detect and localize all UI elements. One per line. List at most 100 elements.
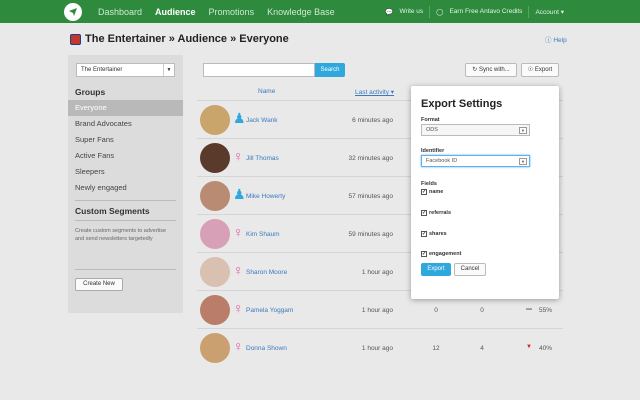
search-input[interactable]: [203, 63, 315, 77]
group-active-fans[interactable]: Active Fans: [68, 148, 183, 164]
logo-icon[interactable]: [64, 2, 82, 21]
person-name-link[interactable]: Donna Shown: [246, 345, 287, 352]
checkbox-checked-icon[interactable]: ✓: [421, 210, 427, 216]
person-name-link[interactable]: Jill Thomas: [246, 155, 279, 162]
trend-flat-icon: ▬: [526, 306, 532, 312]
metric-value: 0: [434, 307, 438, 314]
checkbox-checked-icon[interactable]: ✓: [421, 251, 427, 257]
export-icon: ☉: [527, 67, 534, 73]
nav-audience[interactable]: Audience: [155, 7, 196, 17]
last-activity: 1 hour ago: [361, 345, 393, 352]
custom-segments-heading: Custom Segments: [75, 206, 150, 216]
fields-label: Fields: [421, 181, 437, 187]
export-button[interactable]: ☉ Export: [521, 63, 559, 77]
export-settings-dialog: Export Settings Format ODS ▼ Identifier …: [411, 86, 559, 299]
write-us-link[interactable]: Write us: [399, 8, 423, 15]
identifier-select[interactable]: Facebook ID ▼: [421, 155, 530, 167]
sidebar: The Entertainer ▼ Groups Everyone Brand …: [68, 55, 183, 313]
topnav-right: 💬 Write us ◯ Earn Free Antavo Credits Ac…: [385, 0, 564, 23]
avatar[interactable]: [200, 295, 230, 325]
female-icon: ♀: [233, 262, 244, 278]
person-name-link[interactable]: Kim Shaum: [246, 231, 280, 238]
table-row[interactable]: ♀ Donna Shown 1 hour ago 12 4 ▼ 40%: [197, 328, 563, 365]
group-everyone[interactable]: Everyone: [68, 100, 183, 116]
field-shares-checkbox[interactable]: ✓ shares: [421, 231, 447, 237]
male-icon: ♟: [233, 186, 246, 202]
speech-icon: 💬: [385, 8, 394, 16]
last-activity: 59 minutes ago: [348, 231, 393, 238]
person-name-link[interactable]: Jack Wank: [246, 117, 278, 124]
field-label: shares: [429, 231, 447, 237]
account-select-value: The Entertainer: [81, 67, 123, 73]
nav-knowledge-base[interactable]: Knowledge Base: [267, 7, 335, 17]
column-header-name[interactable]: Name: [258, 88, 275, 95]
divider: [429, 5, 431, 18]
earn-credits-link[interactable]: Earn Free Antavo Credits: [449, 8, 522, 15]
group-sleepers[interactable]: Sleepers: [68, 164, 183, 180]
group-newly-engaged[interactable]: Newly engaged: [68, 180, 183, 196]
format-label: Format: [421, 117, 440, 123]
divider: [75, 269, 176, 270]
create-new-button[interactable]: Create New: [75, 278, 123, 291]
sync-label: Sync with...: [479, 67, 510, 73]
column-header-last-activity[interactable]: Last activity ▾: [355, 88, 394, 96]
nav-promotions[interactable]: Promotions: [209, 7, 255, 17]
group-brand-advocates[interactable]: Brand Advocates: [68, 116, 183, 132]
engagement-percent: 55%: [539, 307, 553, 314]
help-label: Help: [553, 37, 567, 44]
account-select[interactable]: The Entertainer ▼: [76, 63, 175, 77]
avatar[interactable]: [200, 257, 230, 287]
help-link[interactable]: ⓘ Help: [545, 34, 567, 44]
metric-value: 0: [480, 307, 484, 314]
help-icon: ⓘ: [545, 37, 552, 44]
divider: [75, 200, 176, 201]
sync-icon: ↻: [472, 67, 478, 73]
avatar[interactable]: [200, 219, 230, 249]
person-name-link[interactable]: Sharon Moore: [246, 269, 287, 276]
shield-icon: ◯: [436, 8, 444, 16]
last-activity: 1 hour ago: [361, 269, 393, 276]
divider: [528, 5, 530, 18]
avatar[interactable]: [200, 181, 230, 211]
page-avatar-icon: [70, 33, 81, 45]
female-icon: ♀: [233, 148, 244, 164]
top-navbar: Dashboard Audience Promotions Knowledge …: [0, 0, 640, 23]
page-title: The Entertainer » Audience » Everyone: [70, 33, 289, 45]
last-activity: 1 hour ago: [361, 307, 393, 314]
export-label: Export: [534, 67, 553, 73]
field-label: engagement: [429, 251, 462, 257]
field-label: name: [429, 189, 444, 195]
avatar[interactable]: [200, 333, 230, 363]
groups-heading: Groups: [75, 87, 106, 97]
dialog-cancel-button[interactable]: Cancel: [454, 263, 486, 276]
metric-value: 4: [480, 345, 484, 352]
person-name-link[interactable]: Pamela Yoggam: [246, 307, 293, 314]
avatar[interactable]: [200, 143, 230, 173]
checkbox-checked-icon[interactable]: ✓: [421, 189, 427, 195]
checkbox-checked-icon[interactable]: ✓: [421, 231, 427, 237]
identifier-value: Facebook ID: [426, 158, 458, 164]
dialog-title: Export Settings: [421, 98, 503, 110]
format-select[interactable]: ODS ▼: [421, 124, 530, 136]
sync-button[interactable]: ↻ Sync with...: [465, 63, 517, 77]
account-menu[interactable]: Account ▾: [535, 8, 564, 16]
dialog-export-button[interactable]: Export: [421, 263, 451, 276]
female-icon: ♀: [233, 224, 244, 240]
avatar[interactable]: [200, 105, 230, 135]
breadcrumb: The Entertainer » Audience » Everyone: [85, 33, 289, 45]
nav-dashboard[interactable]: Dashboard: [98, 7, 142, 17]
female-icon: ♀: [233, 300, 244, 316]
search-button[interactable]: Search: [315, 63, 345, 77]
field-engagement-checkbox[interactable]: ✓ engagement: [421, 251, 461, 257]
segments-description: Create custom segments to advertise and …: [75, 228, 167, 242]
chevron-down-icon: ▼: [163, 64, 174, 76]
field-name-checkbox[interactable]: ✓ name: [421, 189, 443, 195]
divider: [75, 220, 176, 221]
chevron-down-icon: ▼: [519, 158, 527, 165]
last-activity: 6 minutes ago: [352, 117, 393, 124]
group-super-fans[interactable]: Super Fans: [68, 132, 183, 148]
male-icon: ♟: [233, 110, 246, 126]
chevron-down-icon: ▼: [519, 127, 527, 134]
person-name-link[interactable]: Mike Howerty: [246, 193, 285, 200]
field-referrals-checkbox[interactable]: ✓ referrals: [421, 210, 451, 216]
